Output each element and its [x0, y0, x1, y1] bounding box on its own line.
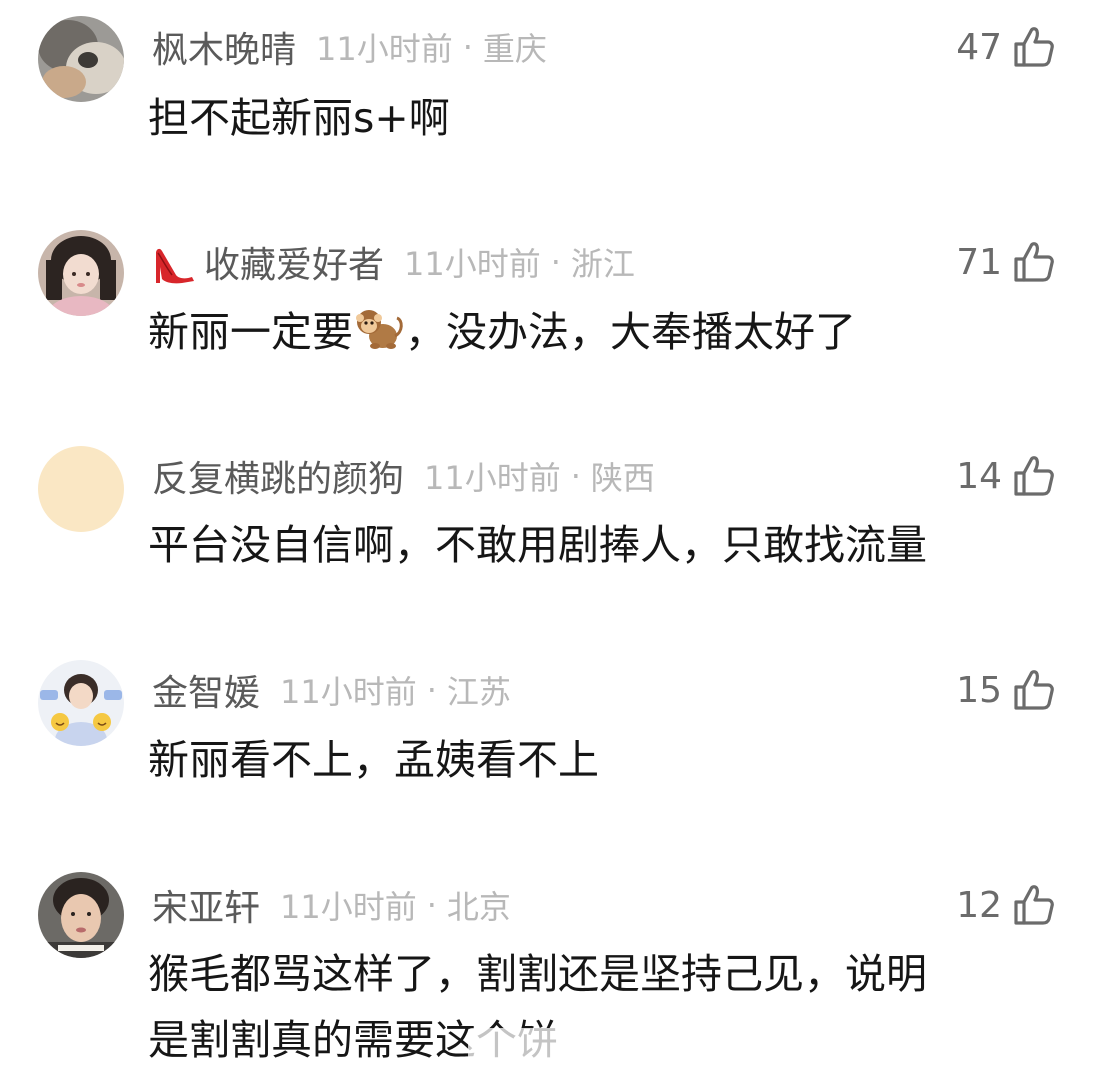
comment-text: 担不起新丽s+啊: [148, 94, 450, 142]
location: 陕西: [590, 459, 655, 497]
like-count: 15: [956, 669, 1002, 711]
comment-meta: 金智媛 11小时前 · 江苏: [152, 665, 511, 715]
comment-text-part: ，没办法，大奉播太好了: [405, 308, 856, 356]
location: 浙江: [570, 245, 635, 283]
comment-meta: 宋亚轩 11小时前 · 北京: [152, 880, 511, 930]
thumbs-up-icon: [1014, 27, 1054, 67]
timestamp: 11小时前: [404, 245, 541, 283]
username[interactable]: 反复横跳的颜狗: [152, 450, 404, 502]
timestamp: 11小时前: [424, 459, 561, 497]
like-count: 71: [956, 241, 1002, 283]
location: 江苏: [446, 673, 511, 711]
comment-text-line: 猴毛都骂这样了，割割还是坚持己见，说明: [148, 950, 927, 998]
username[interactable]: 枫木晚晴: [152, 21, 296, 73]
timestamp: 11小时前: [280, 673, 417, 711]
location: 重庆: [482, 30, 547, 68]
username[interactable]: 收藏爱好者: [204, 236, 384, 288]
like-button[interactable]: 12: [956, 880, 1056, 930]
separator-dot: ·: [426, 886, 437, 924]
separator-dot: ·: [462, 28, 473, 66]
timestamp: 11小时前: [280, 888, 417, 926]
username[interactable]: 宋亚轩: [152, 879, 260, 931]
username[interactable]: 金智媛: [152, 664, 260, 716]
like-count: 12: [956, 884, 1002, 926]
avatar[interactable]: [38, 872, 124, 958]
high-heel-badge-icon: [152, 237, 198, 287]
location: 北京: [446, 888, 511, 926]
comment-meta: 枫木晚晴 11小时前 · 重庆: [152, 22, 547, 72]
comment-text: 新丽看不上，孟姨看不上: [148, 736, 599, 784]
comment-text: 平台没自信啊，不敢用剧捧人，只敢找流量: [148, 521, 927, 569]
thumbs-up-icon: [1014, 885, 1054, 925]
watermark-overlay: [468, 1028, 628, 1074]
comment-text-part: 新丽一定要: [148, 308, 353, 356]
like-button[interactable]: 71: [956, 237, 1056, 287]
thumbs-up-icon: [1014, 670, 1054, 710]
avatar[interactable]: [38, 660, 124, 746]
like-count: 47: [956, 26, 1002, 68]
like-count: 14: [956, 455, 1002, 497]
comment-meta: 反复横跳的颜狗 11小时前 · 陕西: [152, 451, 655, 501]
avatar[interactable]: [38, 446, 124, 532]
separator-dot: ·: [570, 457, 581, 495]
comment-text: 新丽一定要 ，没办法，大奉播太好了: [148, 300, 1048, 364]
thumbs-up-icon: [1014, 456, 1054, 496]
like-button[interactable]: 47: [956, 22, 1056, 72]
like-button[interactable]: 15: [956, 665, 1056, 715]
avatar[interactable]: [38, 230, 124, 316]
timestamp: 11小时前: [316, 30, 453, 68]
monkey-emoji-icon: [353, 306, 405, 352]
thumbs-up-icon: [1014, 242, 1054, 282]
comment-meta: 收藏爱好者 11小时前 · 浙江: [152, 237, 635, 287]
like-button[interactable]: 14: [956, 451, 1056, 501]
separator-dot: ·: [426, 671, 437, 709]
separator-dot: ·: [550, 243, 561, 281]
avatar[interactable]: [38, 16, 124, 102]
